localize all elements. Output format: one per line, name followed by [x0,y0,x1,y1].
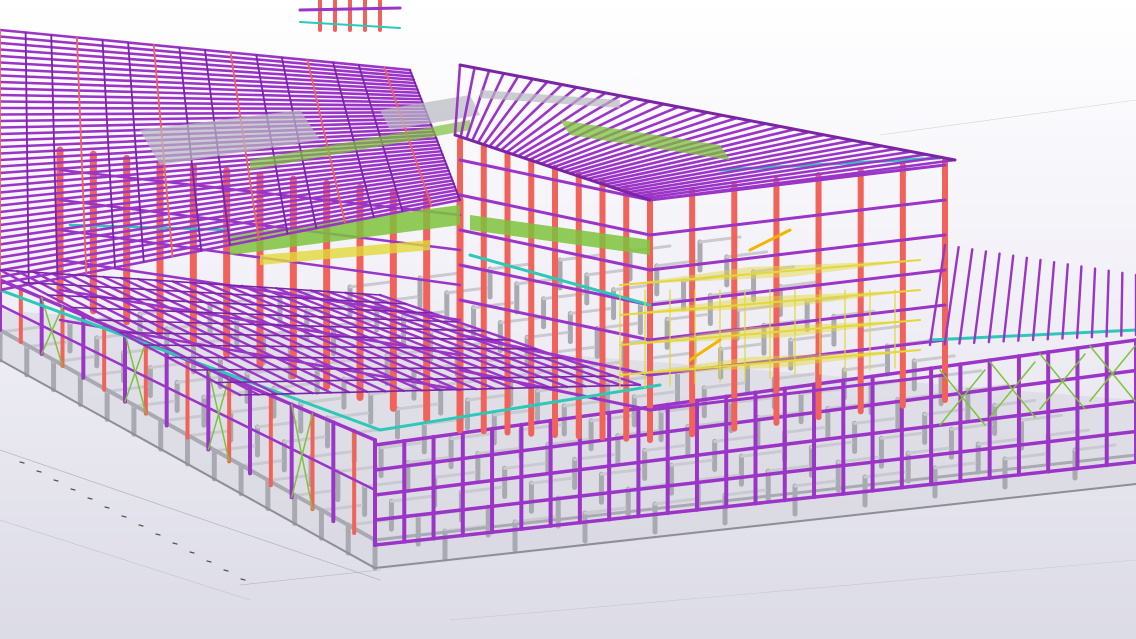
grid-tick [223,569,229,572]
structure-3d-view [0,0,1136,621]
grid-tick [53,479,59,482]
grade-beam [912,354,956,363]
purlin [1002,254,1015,343]
purlin [958,248,974,345]
grid-tick [240,578,246,581]
grid-tick [172,542,178,545]
purlin [1075,265,1083,340]
grid-tick [155,533,161,536]
purlin [1017,256,1029,342]
purlin [1120,271,1124,337]
purlin [1061,263,1069,340]
grid-tick [87,497,93,500]
grid-tick [121,515,127,518]
purlin [1046,260,1056,341]
grid-tick [70,488,76,491]
stair [748,228,792,252]
grade-beam [585,268,629,277]
grid-tick [19,461,25,464]
grid-tick [206,560,212,563]
purlin [987,252,1001,344]
grade-beam [552,345,596,354]
model-viewport[interactable] [0,0,1136,639]
grade-beam [665,312,709,321]
grade-beam [649,351,693,360]
grid-tick [104,506,110,509]
tower-beam [298,6,402,12]
grade-beam [348,280,392,289]
grid-tick [36,470,42,473]
purlin [1105,269,1110,338]
rafter [167,356,563,359]
grid-line [239,569,381,586]
green-panel [470,215,650,255]
grid-line [0,519,251,601]
purlin [1090,267,1097,339]
grid-line [879,99,1136,136]
grade-beam [842,363,886,372]
grid-tick [138,524,144,527]
grid-tick [189,551,195,554]
grid-line [449,559,1136,621]
purlin [972,250,988,345]
purlin [1031,258,1042,342]
grade-beam [719,342,763,351]
